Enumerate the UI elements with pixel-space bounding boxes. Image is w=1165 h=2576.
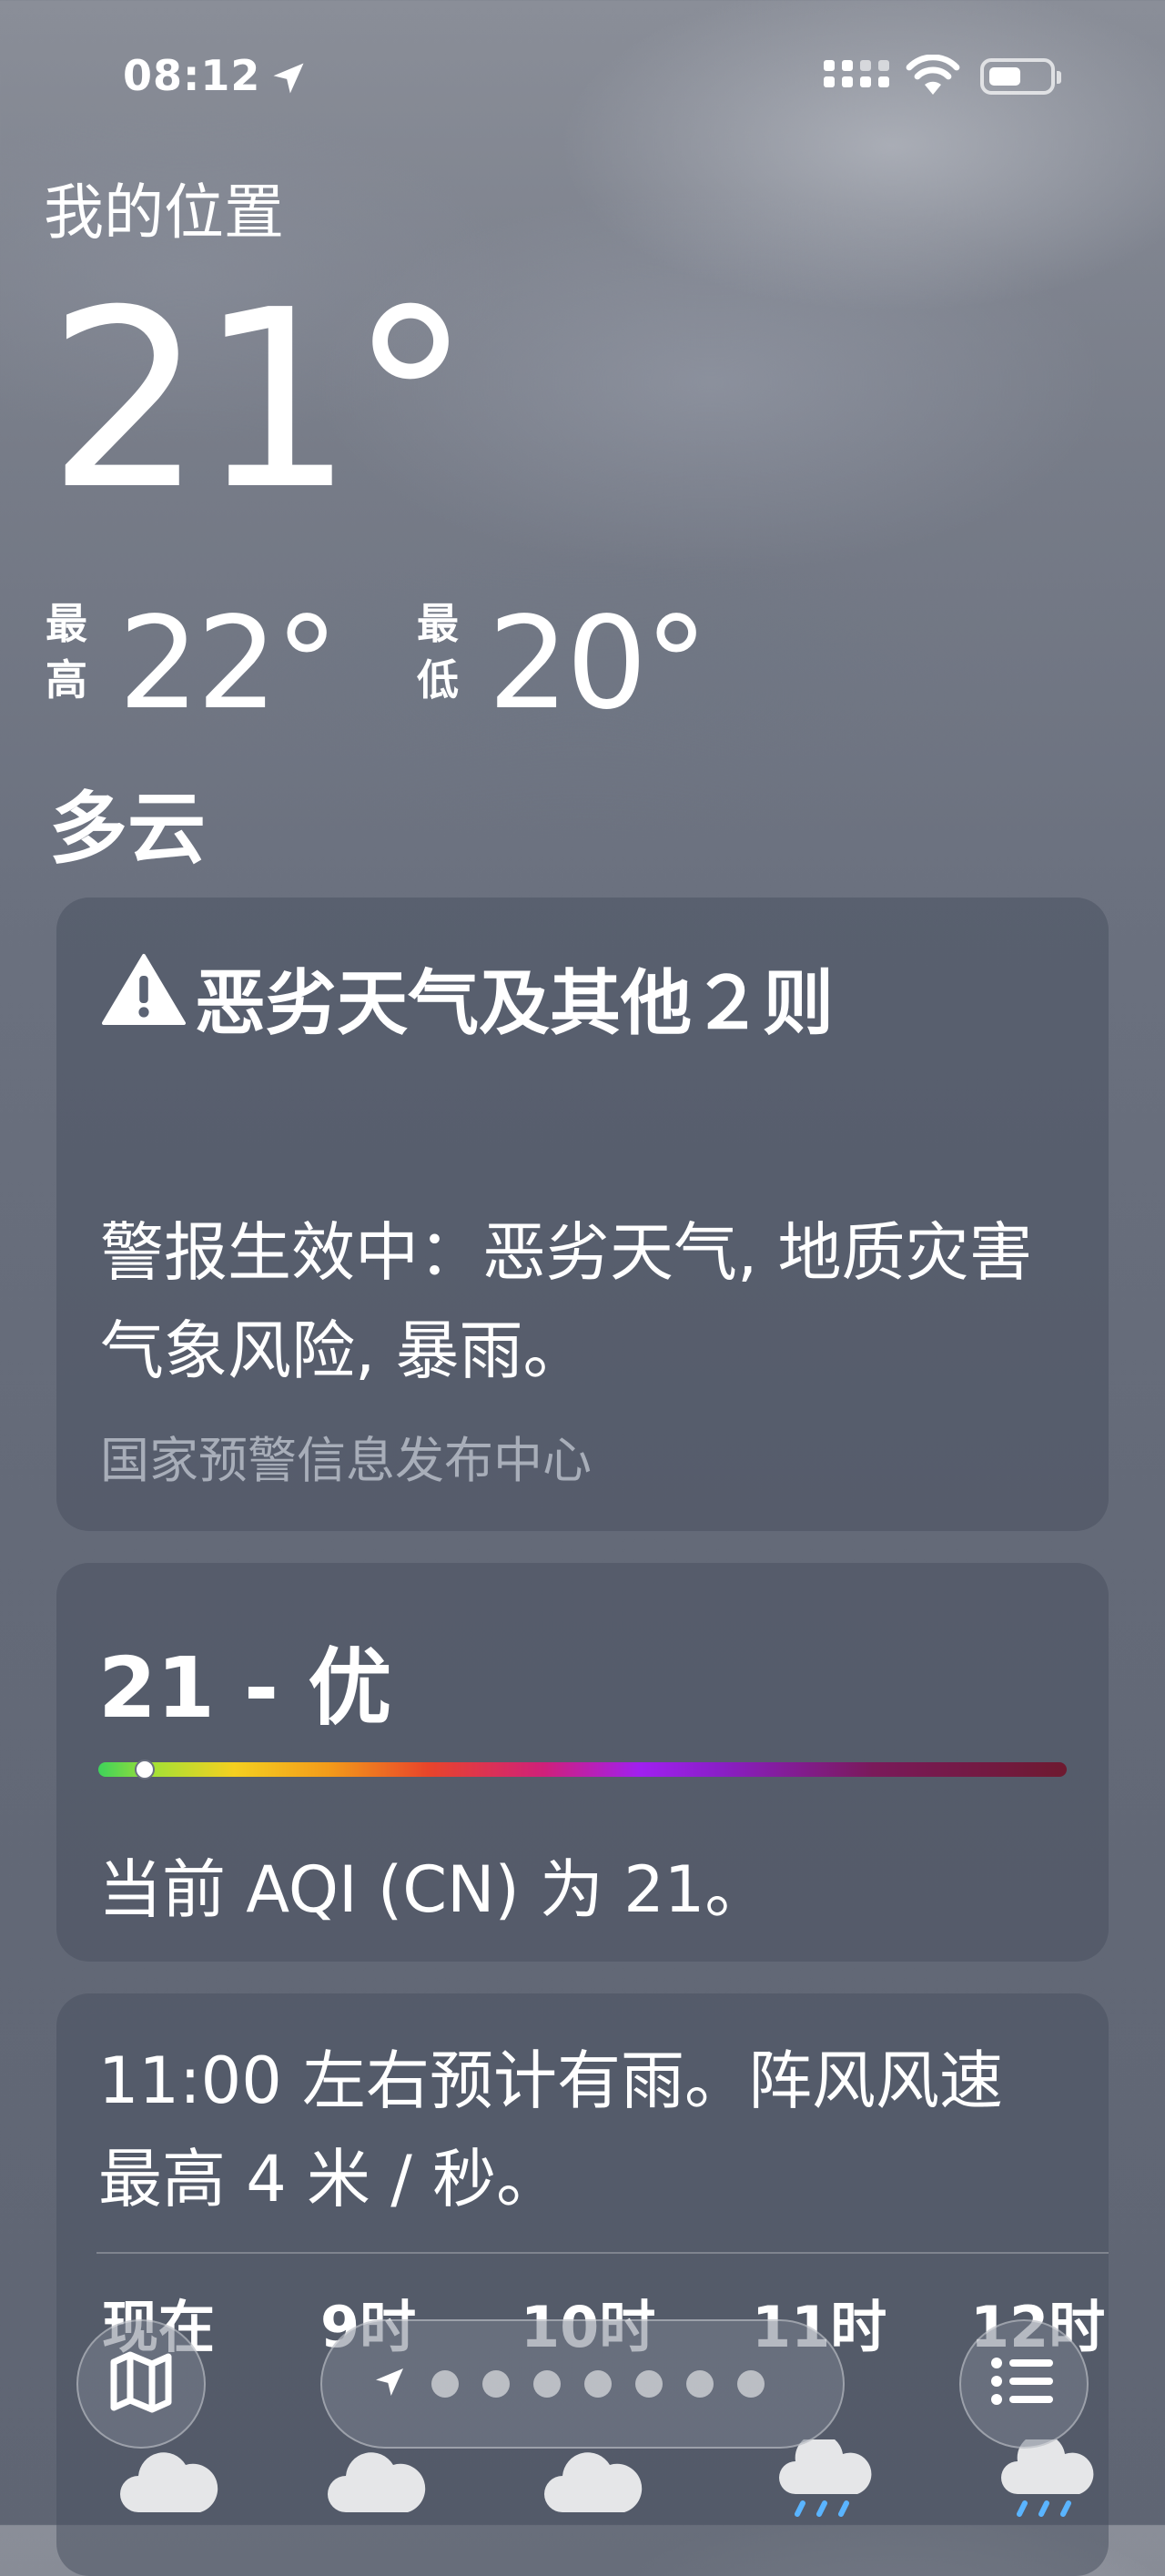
location-page-indicator[interactable]: [320, 2319, 845, 2449]
high-label-char-2: 高: [46, 655, 87, 705]
alert-title[interactable]: 恶劣天气及其他２则: [102, 947, 834, 1049]
cloud-icon: [320, 2439, 430, 2521]
city-list-button[interactable]: [959, 2319, 1089, 2449]
aqi-scale-bar: [98, 1762, 1067, 1777]
location-services-icon: [268, 58, 309, 102]
warning-icon: [102, 952, 186, 1044]
cloud-icon: [113, 2439, 222, 2521]
page-dot[interactable]: [584, 2370, 612, 2398]
low-label-char-2: 低: [417, 655, 459, 705]
high-label: 最 高: [44, 595, 89, 708]
high-label-char-1: 最: [46, 599, 87, 648]
map-icon: [105, 2346, 177, 2422]
page-dot[interactable]: [635, 2370, 663, 2398]
page-dot[interactable]: [737, 2370, 765, 2398]
aqi-headline: 21 - 优: [98, 1639, 392, 1737]
high-temperature: 22°: [118, 590, 339, 738]
alert-body: 警报生效中：恶劣天气, 地质灾害气象风险, 暴雨。: [100, 1215, 1033, 1388]
map-button[interactable]: [76, 2319, 206, 2449]
location-name: 我的位置: [44, 177, 284, 248]
low-temperature: 20°: [488, 590, 708, 738]
forecast-summary: 11:00 左右预计有雨。阵风风速最高 4 米 / 秒。: [98, 2044, 1003, 2216]
low-label: 最 低: [415, 595, 461, 708]
page-dot[interactable]: [482, 2370, 510, 2398]
page-dot[interactable]: [431, 2370, 459, 2398]
wifi-icon: [906, 54, 960, 100]
current-temperature: 21°: [47, 257, 472, 543]
battery-icon: [980, 58, 1061, 95]
page-dot[interactable]: [686, 2370, 714, 2398]
status-time: 08:12: [123, 51, 261, 100]
weather-condition: 多云: [49, 784, 206, 875]
cloud-rain-icon: [992, 2433, 1101, 2521]
cloud-rain-icon: [770, 2433, 879, 2521]
low-label-char-1: 最: [417, 599, 459, 648]
aqi-indicator: [135, 1760, 155, 1780]
page-dot[interactable]: [533, 2370, 561, 2398]
list-icon: [988, 2350, 1060, 2418]
cloud-icon: [537, 2439, 646, 2521]
cellular-signal-icon: [824, 60, 889, 87]
aqi-description: 当前 AQI (CN) 为 21。: [98, 1852, 769, 1927]
alert-title-text: 恶劣天气及其他２则: [195, 963, 835, 1045]
location-arrow-icon: [371, 2364, 408, 2404]
alert-source: 国家预警信息发布中心: [100, 1432, 592, 1489]
forecast-divider: [96, 2252, 1109, 2254]
